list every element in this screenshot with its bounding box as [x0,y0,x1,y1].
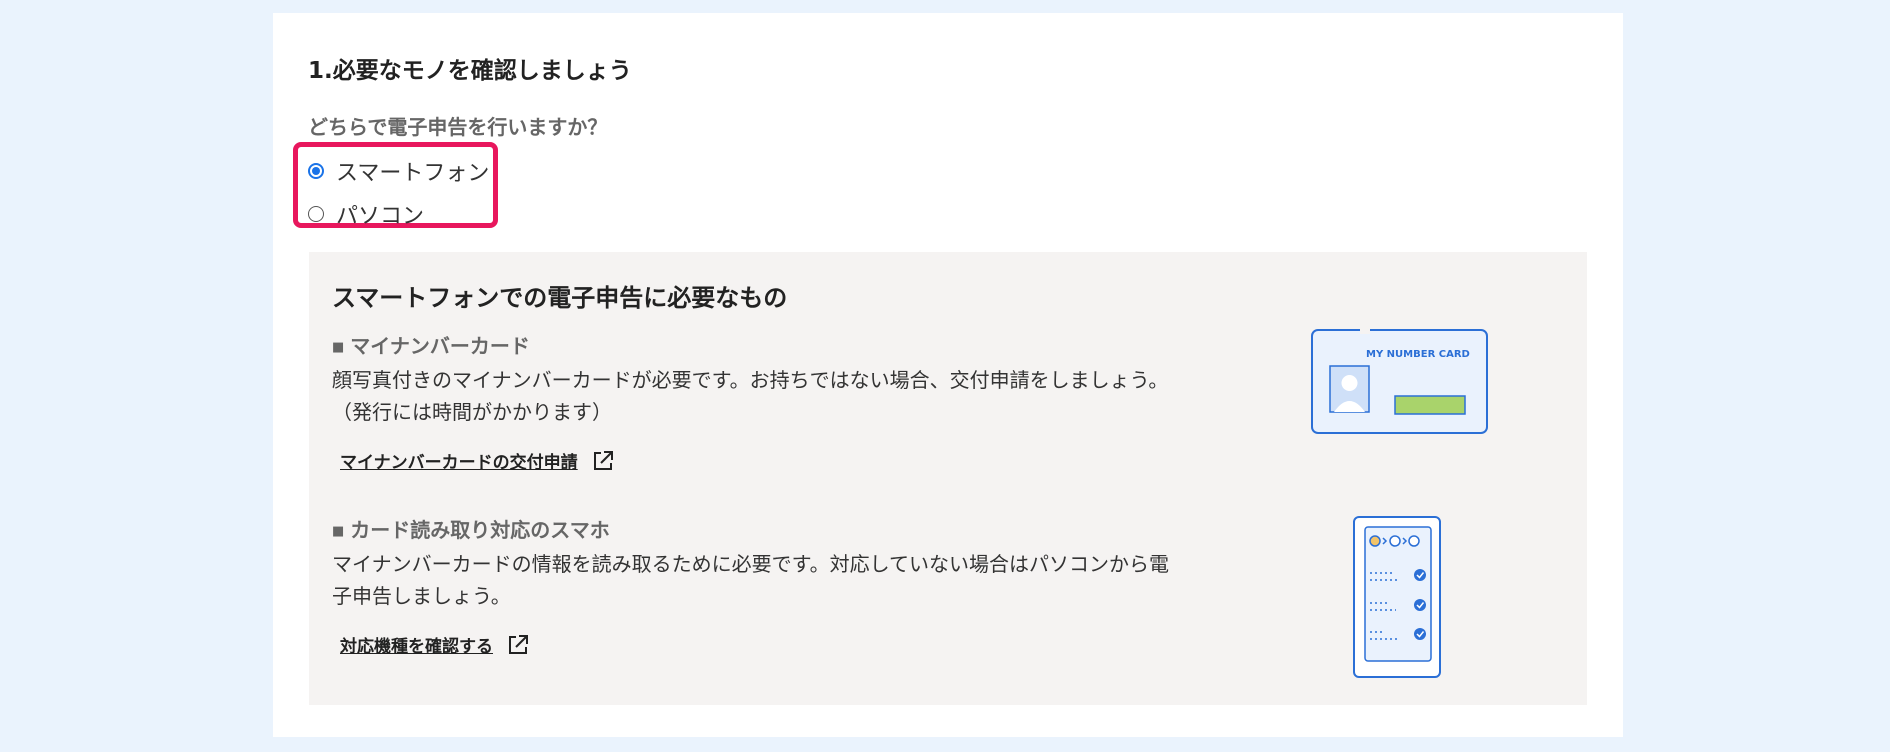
radio-pc[interactable] [308,206,324,222]
requirements-title: スマートフォンでの電子申告に必要なもの [332,284,788,312]
desc-line: マイナンバーカードの情報を読み取るために必要です。対応していない場合はパソコンか… [332,552,1169,576]
option-smartphone[interactable]: スマートフォン [308,155,489,187]
item-title-smartphone: ■ カード読み取り対応のスマホ [332,514,610,543]
external-link-icon [509,634,528,654]
question-label: どちらで電子申告を行いますか？ [308,115,608,139]
item-title-text: マイナンバーカード [350,334,530,358]
desc-line: 子申告しましょう。 [332,584,511,608]
radio-smartphone[interactable] [308,163,324,179]
item-title-mynumber-card: ■ マイナンバーカード [332,330,530,359]
my-number-card-illustration: MY NUMBER CARD [1311,326,1488,434]
option-pc[interactable]: パソコン [308,198,424,230]
link-supported-devices[interactable]: 対応機種を確認する [340,632,529,657]
item-desc-mynumber-card: 顔写真付きのマイナンバーカードが必要です。お持ちではない場合、交付申請をしましょ… [332,364,1232,428]
requirements-panel: スマートフォンでの電子申告に必要なもの ■ マイナンバーカード 顔写真付きのマイナ… [309,252,1587,705]
link-mynumber-application[interactable]: マイナンバーカードの交付申請 [340,448,614,473]
check-icon [1414,599,1426,611]
smartphone-illustration [1353,516,1441,678]
card-label: MY NUMBER CARD [1366,349,1470,360]
check-icon [1414,569,1426,581]
desc-line: （発行には時間がかかります） [332,400,612,424]
option-smartphone-label: スマートフォン [336,161,490,186]
link-label: 対応機種を確認する [340,637,493,657]
main-panel: 1.必要なモノを確認しましょう どちらで電子申告を行いますか？ スマートフォン … [273,13,1623,737]
option-pc-label: パソコン [336,204,425,229]
item-desc-smartphone: マイナンバーカードの情報を読み取るために必要です。対応していない場合はパソコンか… [332,548,1212,612]
desc-line: 顔写真付きのマイナンバーカードが必要です。お持ちではない場合、交付申請をしましょ… [332,368,1169,392]
bullet-square-icon: ■ [332,524,345,539]
link-label: マイナンバーカードの交付申請 [340,453,578,473]
external-link-icon [593,450,613,470]
item-title-text: カード読み取り対応のスマホ [350,518,610,542]
step-title: 1.必要なモノを確認しましょう [308,58,632,84]
bullet-square-icon: ■ [332,340,345,355]
check-icon [1414,628,1426,640]
